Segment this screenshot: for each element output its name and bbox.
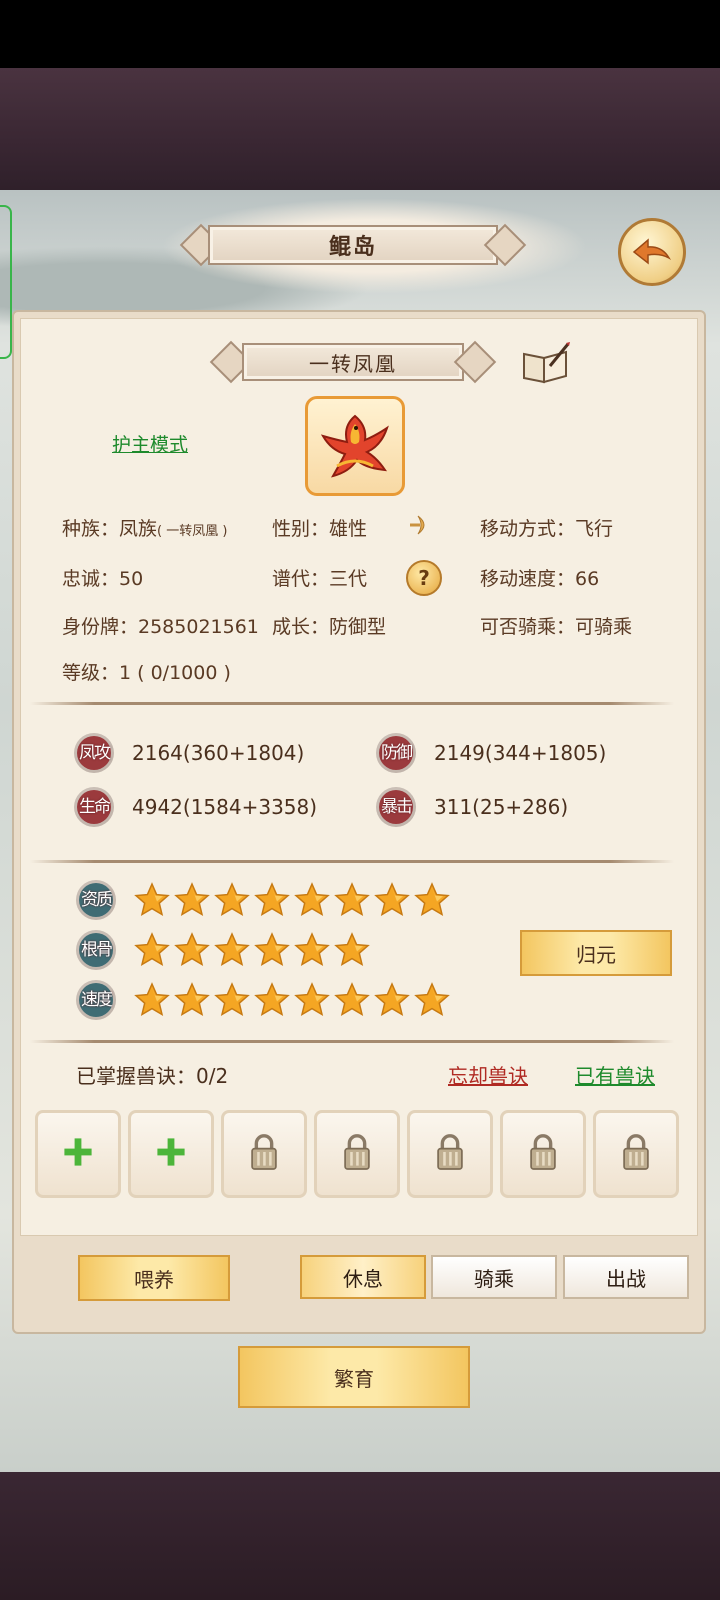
star-icon — [174, 982, 210, 1022]
attack-label: 凤攻 — [77, 736, 111, 770]
level-info: 等级：1 ( 0/1000 ) — [62, 662, 231, 684]
rideable-info: 可否骑乘：可骑乘 — [480, 616, 633, 638]
location-title-banner: 鲲岛 — [178, 222, 528, 268]
star-icon — [214, 982, 250, 1022]
race-label: 种族：凤族 — [62, 518, 158, 540]
star-icon — [294, 882, 330, 922]
star-icon — [254, 982, 290, 1022]
status-bar-area — [0, 0, 720, 68]
crit-value: 311(25+286) — [434, 795, 569, 819]
star-icon — [294, 982, 330, 1022]
speed-label: 速度 — [79, 983, 113, 1017]
attack-badge: 凤攻 — [74, 733, 114, 773]
pet-name: 一转凤凰 — [309, 351, 397, 376]
back-arrow-icon — [632, 238, 672, 265]
forget-skill-link[interactable]: 忘却兽诀 — [448, 1060, 528, 1089]
attack-value: 2164(360+1804) — [132, 741, 305, 765]
hp-badge: 生命 — [74, 787, 114, 827]
star-icon — [134, 982, 170, 1022]
star-icon — [254, 932, 290, 972]
divider — [30, 860, 674, 863]
pet-portrait[interactable] — [305, 396, 405, 496]
star-icon — [374, 982, 410, 1022]
speed-stars — [134, 982, 450, 1022]
star-icon — [374, 882, 410, 922]
bottom-frame — [0, 1472, 720, 1600]
top-frame — [0, 68, 720, 190]
lock-icon — [247, 1132, 281, 1176]
hp-value: 4942(1584+3358) — [132, 795, 318, 819]
rest-button[interactable]: 休息 — [300, 1255, 426, 1299]
divider — [30, 702, 674, 705]
star-icon — [134, 882, 170, 922]
star-icon — [254, 882, 290, 922]
gender-info: 性别：雄性 — [272, 518, 368, 540]
skill-slot-add[interactable] — [35, 1110, 121, 1198]
star-icon — [214, 882, 250, 922]
skill-slot-locked — [221, 1110, 307, 1198]
side-tab-edge[interactable] — [0, 205, 12, 359]
aptitude-label: 资质 — [79, 883, 113, 917]
owned-skills-link[interactable]: 已有兽诀 — [575, 1060, 655, 1089]
id-tag-info: 身份牌：2585021561 — [62, 616, 259, 638]
lock-icon — [340, 1132, 374, 1176]
star-icon — [334, 932, 370, 972]
generation-info: 谱代：三代 — [272, 568, 368, 590]
lock-icon — [619, 1132, 653, 1176]
speed-badge: 速度 — [76, 980, 116, 1020]
ride-button[interactable]: 骑乘 — [431, 1255, 557, 1299]
feed-button[interactable]: 喂养 — [78, 1255, 230, 1301]
growth-info: 成长：防御型 — [272, 616, 387, 638]
skill-slot-locked — [500, 1110, 586, 1198]
divider — [30, 1040, 674, 1043]
skill-slot-add[interactable] — [128, 1110, 214, 1198]
help-icon[interactable]: ? — [406, 560, 442, 596]
bone-label: 根骨 — [79, 933, 113, 967]
crit-label: 暴击 — [379, 790, 413, 824]
phoenix-icon — [320, 414, 389, 478]
skill-slot-locked — [314, 1110, 400, 1198]
handbook-icon[interactable] — [520, 340, 572, 386]
gender-switch-icon[interactable] — [406, 510, 436, 540]
race-sub: ( 一转凤凰 ) — [157, 524, 228, 539]
bone-badge: 根骨 — [76, 930, 116, 970]
move-speed-info: 移动速度：66 — [480, 568, 600, 590]
plus-icon — [61, 1135, 95, 1173]
breed-button[interactable]: 繁育 — [238, 1346, 470, 1408]
lock-icon — [433, 1132, 467, 1176]
race-info: 种族：凤族( 一转凤凰 ) — [62, 514, 227, 541]
star-icon — [414, 982, 450, 1022]
star-icon — [334, 882, 370, 922]
back-button[interactable] — [618, 218, 686, 286]
location-title: 鲲岛 — [328, 235, 377, 260]
aptitude-stars — [134, 882, 450, 922]
move-mode-info: 移动方式：飞行 — [480, 518, 614, 540]
loyalty-info: 忠诚：50 — [62, 568, 144, 590]
plus-icon — [154, 1135, 188, 1173]
return-origin-button[interactable]: 归元 — [520, 930, 672, 976]
star-icon — [414, 882, 450, 922]
guard-mode-link[interactable]: 护主模式 — [112, 430, 188, 457]
mastered-skills-count: 已掌握兽诀：0/2 — [76, 1064, 229, 1088]
crit-badge: 暴击 — [376, 787, 416, 827]
star-icon — [294, 932, 330, 972]
defense-label: 防御 — [379, 736, 413, 770]
star-icon — [334, 982, 370, 1022]
pet-name-banner: 一转凤凰 — [209, 340, 497, 384]
skill-slot-locked — [407, 1110, 493, 1198]
aptitude-badge: 资质 — [76, 880, 116, 920]
star-icon — [134, 932, 170, 972]
star-icon — [214, 932, 250, 972]
defense-badge: 防御 — [376, 733, 416, 773]
star-icon — [174, 882, 210, 922]
hp-label: 生命 — [77, 790, 111, 824]
battle-button[interactable]: 出战 — [563, 1255, 689, 1299]
defense-value: 2149(344+1805) — [434, 741, 607, 765]
lock-icon — [526, 1132, 560, 1176]
skill-slot-locked — [593, 1110, 679, 1198]
star-icon — [174, 932, 210, 972]
bone-stars — [134, 932, 370, 972]
